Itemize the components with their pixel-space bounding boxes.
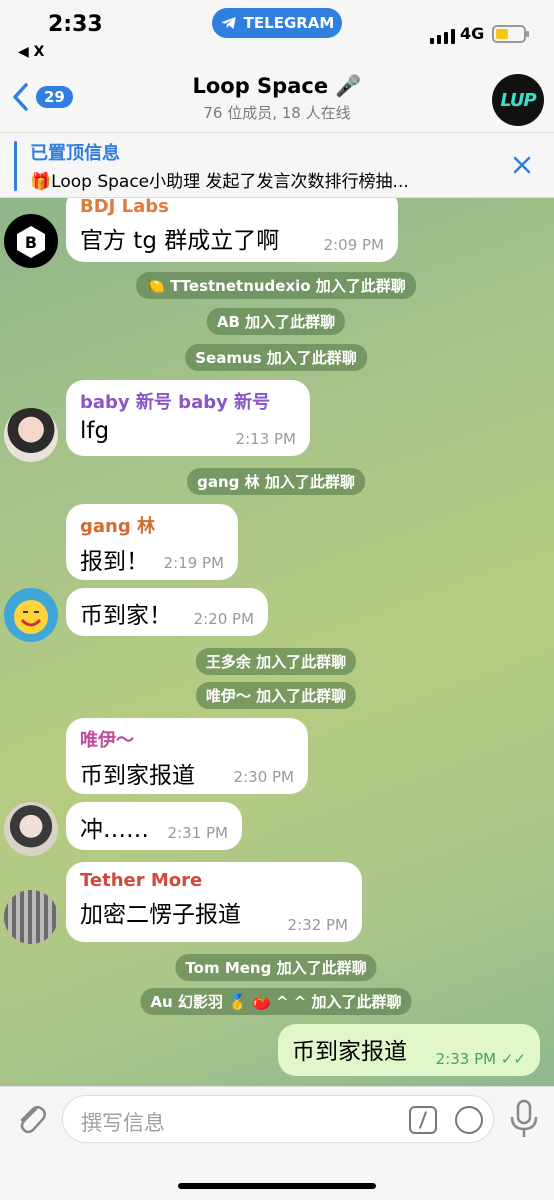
smiley-icon bbox=[14, 600, 48, 634]
message-sender: baby 新号 baby 新号 bbox=[80, 392, 271, 413]
chat-subtitle: 76 位成员, 18 人在线 bbox=[203, 104, 351, 122]
message-time: 2:13 PM bbox=[235, 430, 296, 448]
system-message: 唯伊～ 加入了此群聊 bbox=[195, 682, 357, 709]
message-bubble[interactable]: gang 林 报到！ 2:19 PM bbox=[66, 504, 238, 580]
avatar[interactable] bbox=[4, 890, 58, 944]
svg-text:B: B bbox=[25, 233, 37, 252]
message-bubble[interactable]: BDJ Labs 官方 tg 群成立了啊 2:09 PM bbox=[66, 198, 398, 262]
message-text: 加密二愣子报道 bbox=[80, 902, 241, 928]
message-sender: gang 林 bbox=[80, 516, 155, 537]
network-type: 4G bbox=[460, 24, 485, 43]
system-message: AB 加入了此群聊 bbox=[206, 308, 346, 335]
message-sender: BDJ Labs bbox=[80, 198, 169, 217]
system-message: 王多余 加入了此群聊 bbox=[195, 648, 357, 675]
bot-command-icon[interactable] bbox=[409, 1106, 437, 1134]
message-sender: 唯伊～ bbox=[80, 730, 134, 751]
message-bubble[interactable]: baby 新号 baby 新号 lfg 2:13 PM bbox=[66, 380, 310, 456]
avatar[interactable] bbox=[4, 802, 58, 856]
group-avatar[interactable]: LUP bbox=[492, 74, 544, 126]
sticker-icon[interactable] bbox=[455, 1106, 483, 1134]
telegram-icon bbox=[221, 17, 236, 29]
message-time: 2:20 PM bbox=[193, 610, 254, 628]
message-time: 2:31 PM bbox=[167, 824, 228, 842]
message-time: 2:19 PM bbox=[163, 554, 224, 572]
message-text: 币到家！ bbox=[80, 603, 172, 629]
microphone-icon[interactable] bbox=[508, 1099, 540, 1139]
chat-area[interactable]: BDJ Labs 官方 tg 群成立了啊 2:09 PM B 🍋 TTestne… bbox=[0, 198, 554, 1086]
signal-icon bbox=[430, 28, 455, 44]
message-time: 2:09 PM bbox=[323, 236, 384, 254]
message-text: 币到家报道 bbox=[292, 1039, 407, 1065]
status-bar: 2:33 TELEGRAM ◀ X 4G bbox=[0, 0, 554, 60]
battery-icon bbox=[492, 25, 529, 43]
message-input[interactable]: 撰写信息 bbox=[62, 1095, 494, 1143]
message-bubble[interactable]: 唯伊～ 币到家报道 2:30 PM bbox=[66, 718, 308, 794]
input-bar: 撰写信息 bbox=[0, 1086, 554, 1200]
avatar[interactable]: B bbox=[4, 214, 58, 268]
pinned-message[interactable]: 已置顶信息 🎁Loop Space小助理 发起了发言次数排行榜抽... bbox=[0, 132, 554, 198]
message-text: 报到！ bbox=[80, 549, 149, 575]
chat-title[interactable]: Loop Space 🎤 bbox=[0, 74, 554, 99]
pinned-text: 🎁Loop Space小助理 发起了发言次数排行榜抽... bbox=[30, 172, 409, 192]
bdj-logo-icon: B bbox=[17, 226, 45, 258]
message-sender: Tether More bbox=[80, 870, 203, 891]
back-to-app[interactable]: ◀ X bbox=[18, 44, 44, 60]
telegram-pill[interactable]: TELEGRAM bbox=[212, 8, 342, 38]
system-message: Au 幻影羽 🥇 🍅 ^ ^ 加入了此群聊 bbox=[140, 988, 412, 1015]
avatar[interactable] bbox=[4, 588, 58, 642]
message-bubble[interactable]: 币到家！ 2:20 PM bbox=[66, 588, 268, 636]
message-time: 2:30 PM bbox=[233, 768, 294, 786]
system-message: gang 林 加入了此群聊 bbox=[187, 468, 365, 495]
chat-header: 29 Loop Space 🎤 76 位成员, 18 人在线 LUP bbox=[0, 66, 554, 132]
message-text: 币到家报道 bbox=[80, 763, 195, 789]
message-text: lfg bbox=[80, 418, 110, 444]
pinned-indicator bbox=[14, 141, 17, 191]
message-text: 冲…… bbox=[80, 817, 149, 843]
close-icon[interactable] bbox=[512, 155, 532, 175]
message-bubble[interactable]: 冲…… 2:31 PM bbox=[66, 802, 242, 850]
message-text: 官方 tg 群成立了啊 bbox=[80, 228, 280, 254]
telegram-pill-label: TELEGRAM bbox=[243, 14, 335, 32]
home-indicator bbox=[178, 1183, 376, 1189]
system-message: 🍋 TTestnetnudexio 加入了此群聊 bbox=[136, 272, 416, 299]
message-bubble-outgoing[interactable]: 币到家报道 2:33 PM ✓✓ bbox=[278, 1024, 540, 1076]
pinned-label: 已置顶信息 bbox=[30, 143, 120, 164]
read-check-icon: ✓✓ bbox=[500, 1050, 526, 1068]
paperclip-icon[interactable] bbox=[14, 1099, 48, 1137]
system-message: Tom Meng 加入了此群聊 bbox=[175, 954, 377, 981]
message-time: 2:33 PM ✓✓ bbox=[435, 1050, 526, 1068]
message-time: 2:32 PM bbox=[287, 916, 348, 934]
avatar[interactable] bbox=[4, 408, 58, 462]
system-message: Seamus 加入了此群聊 bbox=[185, 344, 367, 371]
input-placeholder: 撰写信息 bbox=[81, 1111, 165, 1135]
status-time: 2:33 bbox=[48, 12, 103, 37]
message-bubble[interactable]: Tether More 加密二愣子报道 2:32 PM bbox=[66, 862, 362, 942]
